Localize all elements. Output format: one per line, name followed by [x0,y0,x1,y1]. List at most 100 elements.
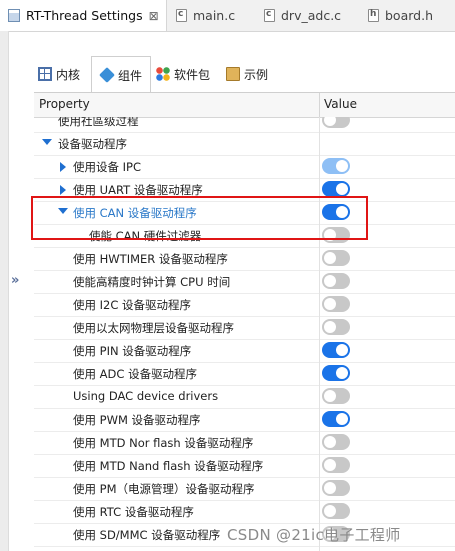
row-label: 使用 I2C 设备驱动程序 [73,298,192,312]
table-row[interactable]: 使用设备 IPC [34,155,455,179]
property-column-header[interactable]: Property [39,97,90,111]
value-toggle-switch[interactable] [322,342,350,358]
table-row[interactable]: 使用 PIN 设备驱动程序 [34,339,455,363]
tab-packages[interactable]: 软件包 [156,60,210,88]
table-row[interactable]: 使能 CAN 硬件过滤器 [34,224,455,248]
row-label: 使用 MTD Nor flash 设备驱动程序 [73,436,254,450]
row-label: 使用 RTC 设备驱动程序 [73,505,194,519]
table-row[interactable]: 使用以太网物理层设备驱动程序 [34,316,455,340]
table-row[interactable]: 使用 PWM 设备驱动程序 [34,408,455,432]
left-gutter [0,31,9,551]
column-divider-body [319,117,320,551]
toggle-knob [324,459,336,471]
row-label: 使能 CAN 硬件过滤器 [89,229,202,243]
value-column-header[interactable]: Value [324,97,357,111]
package-icon [226,67,240,81]
toggle-knob [324,482,336,494]
tab-examples-label: 示例 [244,67,269,82]
table-row[interactable]: 使能高精度时钟计算 CPU 时间 [34,270,455,294]
row-label: 使用社區级过程 [58,117,139,128]
row-label: 使能高精度时钟计算 CPU 时间 [73,275,231,289]
row-label: 使用 PM（电源管理）设备驱动程序 [73,482,255,496]
value-toggle-switch[interactable] [322,365,350,381]
table-row[interactable]: 设备驱动程序 [34,132,455,156]
expand-caret-icon[interactable] [60,185,66,195]
toggle-knob [324,436,336,448]
table-row[interactable]: 使用 MTD Nand flash 设备驱动程序 [34,454,455,478]
tab-packages-label: 软件包 [174,67,211,82]
settings-panel: 内核 组件 软件包 示例 Property Value 使用社區级过程 设备驱动程… [34,56,455,551]
tab-drv-adc-c[interactable]: c drv_adc.c [264,0,341,31]
toggle-knob [336,160,348,172]
table-row[interactable]: 使用 ADC 设备驱动程序 [34,362,455,386]
value-toggle-switch[interactable] [322,227,350,243]
table-row[interactable]: 使用 CAN 设备驱动程序 [34,201,455,225]
table-row[interactable]: 使用 RTC 设备驱动程序 [34,500,455,524]
collapse-caret-icon[interactable] [58,208,68,214]
row-label: 使用以太网物理层设备驱动程序 [73,321,234,335]
table-row[interactable]: 使用 PM（电源管理）设备驱动程序 [34,477,455,501]
value-toggle-switch[interactable] [322,250,350,266]
watermark: CSDN @21ic电子工程师 [227,526,401,544]
tab-board-h[interactable]: h board.h [368,0,433,31]
row-label: 使用 PWM 设备驱动程序 [73,413,201,427]
value-toggle-switch[interactable] [322,388,350,404]
table-row[interactable]: 使用社區级过程 [34,117,455,133]
column-divider[interactable] [319,93,320,117]
value-toggle-switch[interactable] [322,117,350,128]
toggle-knob [324,117,336,126]
tab-components-label: 组件 [117,68,142,83]
value-toggle-switch[interactable] [322,457,350,473]
row-label: 使用 MTD Nand flash 设备驱动程序 [73,459,264,473]
settings-subtabs: 内核 组件 软件包 示例 [34,56,455,93]
value-toggle-switch[interactable] [322,503,350,519]
row-label: Using DAC device drivers [73,389,219,403]
expand-sidebar-icon[interactable]: » [11,273,19,288]
tab-kernel[interactable]: 内核 [38,60,80,88]
table-row[interactable]: 使用 I2C 设备驱动程序 [34,293,455,317]
table-row[interactable]: 使用 MTD Nor flash 设备驱动程序 [34,431,455,455]
value-toggle-switch[interactable] [322,296,350,312]
tab-label: board.h [385,8,433,23]
toggle-knob [324,321,336,333]
tab-label: RT-Thread Settings [26,8,143,23]
settings-icon [8,9,20,22]
value-toggle-switch[interactable] [322,273,350,289]
value-toggle-switch[interactable] [322,480,350,496]
property-table-header: Property Value [34,92,455,118]
h-file-icon: h [368,9,379,22]
row-label: 使用 SD/MMC 设备驱动程序 [73,528,221,542]
tab-components[interactable]: 组件 [91,56,151,93]
value-toggle-switch[interactable] [322,319,350,335]
table-row[interactable]: 使用 HWTIMER 设备驱动程序 [34,247,455,271]
editor-tab-bar: RT-Thread Settings ⊠ c main.c c drv_adc.… [0,0,455,32]
collapse-caret-icon[interactable] [42,139,52,145]
value-toggle-switch[interactable] [322,434,350,450]
table-row[interactable]: Using DAC device drivers [34,385,455,409]
tab-main-c[interactable]: c main.c [176,0,235,31]
grid-icon [38,67,52,81]
value-toggle-switch[interactable] [322,158,350,174]
toggle-knob [324,505,336,517]
value-toggle-switch[interactable] [322,181,350,197]
tab-rt-thread-settings[interactable]: RT-Thread Settings ⊠ [0,0,167,31]
toggle-knob [336,344,348,356]
tab-examples[interactable]: 示例 [226,60,268,88]
expand-caret-icon[interactable] [60,162,66,172]
toggle-knob [336,206,348,218]
row-label: 设备驱动程序 [58,137,127,151]
value-toggle-switch[interactable] [322,204,350,220]
row-label: 使用 HWTIMER 设备驱动程序 [73,252,228,266]
cube-icon [99,67,115,83]
table-row[interactable]: 使用 UART 设备驱动程序 [34,178,455,202]
close-icon[interactable]: ⊠ [149,9,159,23]
value-toggle-switch[interactable] [322,411,350,427]
toggle-knob [336,367,348,379]
toggle-knob [336,413,348,425]
row-label: 使用设备 IPC [73,160,142,174]
c-file-icon: c [176,9,187,22]
toggle-knob [324,252,336,264]
property-table-body: 使用社區级过程 设备驱动程序使用设备 IPC 使用 UART 设备驱动程序 使用 CA… [34,117,455,551]
row-label: 使用 PIN 设备驱动程序 [73,344,192,358]
tab-label: main.c [193,8,236,23]
